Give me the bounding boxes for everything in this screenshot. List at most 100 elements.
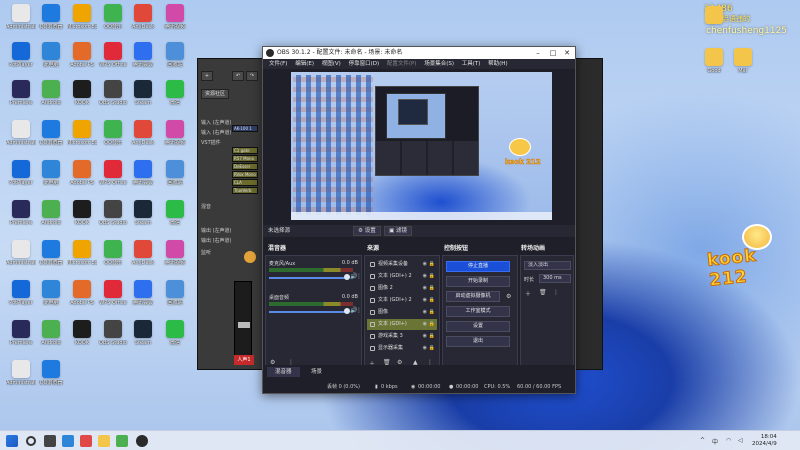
desktop-icon[interactable]: QQ浏览器 — [36, 240, 66, 266]
lock-icon[interactable]: 🔒 — [429, 295, 435, 306]
audio-host-tab[interactable]: 资源社区 — [201, 89, 229, 99]
volume-fader[interactable] — [234, 281, 252, 356]
menu-profile[interactable]: 配置文件(P) — [387, 59, 417, 69]
lock-icon[interactable]: 🔒 — [429, 259, 435, 270]
menu-edit[interactable]: 编辑(E) — [295, 59, 314, 69]
visibility-eye-icon[interactable]: ◉ — [423, 259, 427, 270]
plugin-slot[interactable]: DeEsser Mono — [232, 163, 258, 170]
headphones-icon[interactable] — [244, 251, 256, 263]
close-icon[interactable]: ✕ — [560, 47, 574, 59]
desktop-icon[interactable]: OBS Studio — [98, 320, 128, 346]
desktop-icon[interactable]: 微信 — [160, 200, 190, 226]
plugin-slot[interactable]: AK-100 1 — [232, 125, 258, 132]
desktop-icon[interactable]: WPS Office — [98, 280, 128, 306]
desktop-icon[interactable]: Android — [36, 320, 66, 346]
desktop-icon[interactable]: WPS Office — [98, 160, 128, 186]
tab-scenes[interactable]: 场景 — [303, 367, 330, 377]
desktop-icon[interactable]: QQ音乐 — [98, 240, 128, 266]
obs-taskbar-icon[interactable] — [136, 435, 148, 447]
audio-add-icon[interactable]: + — [201, 71, 213, 81]
desktop-icon[interactable]: Administrator — [6, 4, 36, 30]
lock-icon[interactable]: 🔒 — [429, 331, 435, 342]
plugin-slot[interactable]: CLA — [232, 179, 258, 186]
menu-help[interactable]: 帮助(H) — [488, 59, 507, 69]
desktop-icon[interactable]: QQ浏览器 — [36, 360, 66, 386]
desktop-icon[interactable]: AnyDesk — [128, 240, 158, 266]
app-icon[interactable] — [80, 435, 92, 447]
input-method-icon[interactable]: 中 — [712, 437, 718, 446]
redo-icon[interactable]: ↷ — [246, 71, 258, 81]
desktop-icon[interactable]: PotPlayer — [6, 280, 36, 306]
start-icon[interactable] — [6, 435, 18, 447]
source-item[interactable]: 文本 (GDI+) 2 ◉ 🔒 — [367, 295, 437, 306]
plugin-slot[interactable]: C1 gate Mono — [232, 147, 258, 154]
desktop-icon[interactable]: AnyDesk — [128, 120, 158, 146]
desktop-icon[interactable]: Premiere — [6, 80, 36, 106]
source-item[interactable]: 视频采集设备 ◉ 🔒 — [367, 259, 437, 270]
task-view-icon[interactable] — [44, 435, 56, 447]
volume-slider[interactable] — [269, 274, 350, 280]
desktop-icon[interactable]: Premiere — [6, 320, 36, 346]
visibility-eye-icon[interactable]: ◉ — [423, 307, 427, 318]
desktop-icon[interactable]: AnyDesk — [128, 4, 158, 30]
desktop-icon[interactable]: Administrator — [6, 360, 36, 386]
source-item[interactable]: 图像 ◉ 🔒 — [367, 307, 437, 318]
tray-chevron-icon[interactable]: ^ — [700, 437, 705, 444]
undo-icon[interactable]: ↶ — [232, 71, 244, 81]
desktop-icon[interactable]: Premiere — [6, 200, 36, 226]
desktop-icon[interactable]: 腾讯视频 — [160, 120, 190, 146]
visibility-eye-icon[interactable]: ◉ — [423, 319, 427, 330]
desktop-icon[interactable]: Adobe PS — [67, 160, 97, 186]
plugin-slot[interactable]: R57 Mono — [232, 155, 258, 162]
app-icon[interactable] — [116, 435, 128, 447]
desktop-icon[interactable]: Administrator — [6, 120, 36, 146]
start-virtual-camera-button[interactable]: 启动虚拟摄像机 — [446, 291, 500, 302]
virtual-camera-settings-icon[interactable]: ⚙ — [506, 293, 511, 300]
menu-scene-collection[interactable]: 场景集合(S) — [424, 59, 454, 69]
desktop-icon[interactable]: 腾讯会议 — [128, 280, 158, 306]
volume-slider[interactable] — [269, 308, 350, 314]
menu-docks[interactable]: 停靠窗口(D) — [349, 59, 380, 69]
desktop-icon[interactable]: WPS Office — [98, 42, 128, 68]
desktop-icon[interactable]: QQ音乐 — [98, 4, 128, 30]
fader-cap[interactable] — [238, 322, 250, 328]
duration-input[interactable]: 300 ms — [539, 274, 571, 283]
desktop-icon[interactable]: KOOK — [67, 80, 97, 106]
transition-menu-icon[interactable]: ⋮ — [553, 289, 559, 296]
desktop-icon[interactable]: Adobe PS — [67, 42, 97, 68]
menu-view[interactable]: 视图(V) — [322, 59, 341, 69]
desktop-icon[interactable]: KOOK — [67, 200, 97, 226]
desktop-icon[interactable]: 回收站 — [160, 42, 190, 68]
desktop-icon[interactable]: Good — [699, 48, 729, 74]
desktop-icon[interactable]: PotPlayer — [6, 160, 36, 186]
transition-select[interactable]: 淡入淡出 — [524, 261, 571, 270]
visibility-eye-icon[interactable]: ◉ — [423, 271, 427, 282]
desktop-icon[interactable]: 腾讯视频 — [160, 4, 190, 30]
more-options-icon[interactable]: ⋮ — [356, 273, 362, 280]
explorer-icon[interactable] — [98, 435, 110, 447]
desktop-icon[interactable]: 微信 — [160, 80, 190, 106]
network-tray-icon[interactable]: ◠ — [726, 437, 731, 444]
preview-canvas[interactable]: kook 212 — [291, 72, 552, 220]
source-settings-button[interactable]: ⚙ 设置 — [353, 226, 381, 236]
visibility-eye-icon[interactable]: ◉ — [423, 283, 427, 294]
desktop-icon[interactable]: QQ浏览器 — [36, 4, 66, 30]
desktop-icon[interactable]: 此电脑 — [36, 280, 66, 306]
source-item[interactable]: 图像 2 ◉ 🔒 — [367, 283, 437, 294]
desktop-icon[interactable]: Administrator — [6, 240, 36, 266]
volume-tray-icon[interactable]: ◁ — [738, 437, 743, 444]
lock-icon[interactable]: 🔒 — [429, 283, 435, 294]
desktop-icon[interactable]: OBS Studio — [98, 80, 128, 106]
minimize-icon[interactable]: – — [531, 47, 545, 59]
desktop-icon[interactable]: Microsoft Edge — [67, 4, 97, 30]
desktop-icon[interactable]: Microsoft Edge — [67, 240, 97, 266]
menu-file[interactable]: 文件(F) — [269, 59, 287, 69]
remove-transition-icon[interactable]: 🗑 — [539, 289, 547, 296]
settings-button[interactable]: 设置 — [446, 321, 510, 332]
lock-icon[interactable]: 🔒 — [429, 319, 435, 330]
desktop-icon[interactable]: Steam — [128, 80, 158, 106]
desktop-icon[interactable]: Adobe PS — [67, 280, 97, 306]
desktop-icon[interactable]: 腾讯视频 — [160, 240, 190, 266]
desktop-icon[interactable]: QQ浏览器 — [36, 120, 66, 146]
desktop-icon[interactable]: 此电脑 — [36, 42, 66, 68]
